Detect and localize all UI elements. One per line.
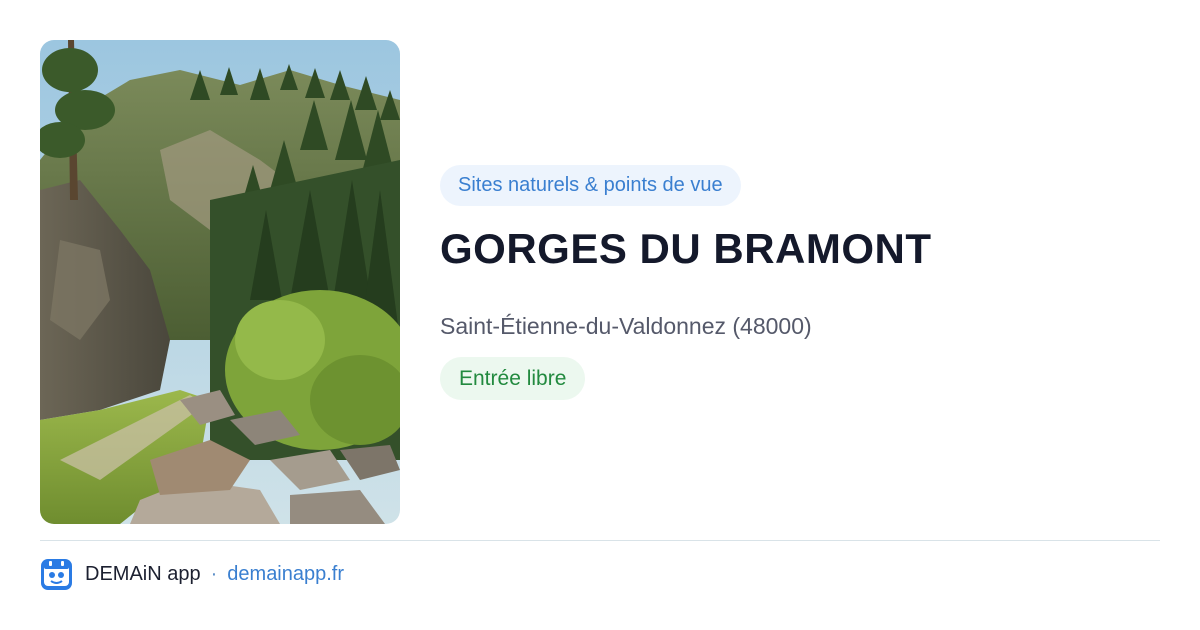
place-title: GORGES DU BRAMONT <box>440 225 932 272</box>
site-link[interactable]: demainapp.fr <box>227 563 344 586</box>
place-photo <box>40 40 400 524</box>
footer: DEMAiN app · demainapp.fr <box>40 557 344 591</box>
footer-separator: · <box>210 562 218 585</box>
demain-app-logo-icon <box>40 558 73 591</box>
app-name: DEMAiN app <box>85 562 201 585</box>
footer-divider <box>40 540 1160 541</box>
place-location: Saint-Étienne-du-Valdonnez (48000) <box>440 313 812 339</box>
category-badge[interactable]: Sites naturels & points de vue <box>440 165 741 206</box>
entry-badge: Entrée libre <box>440 357 586 400</box>
